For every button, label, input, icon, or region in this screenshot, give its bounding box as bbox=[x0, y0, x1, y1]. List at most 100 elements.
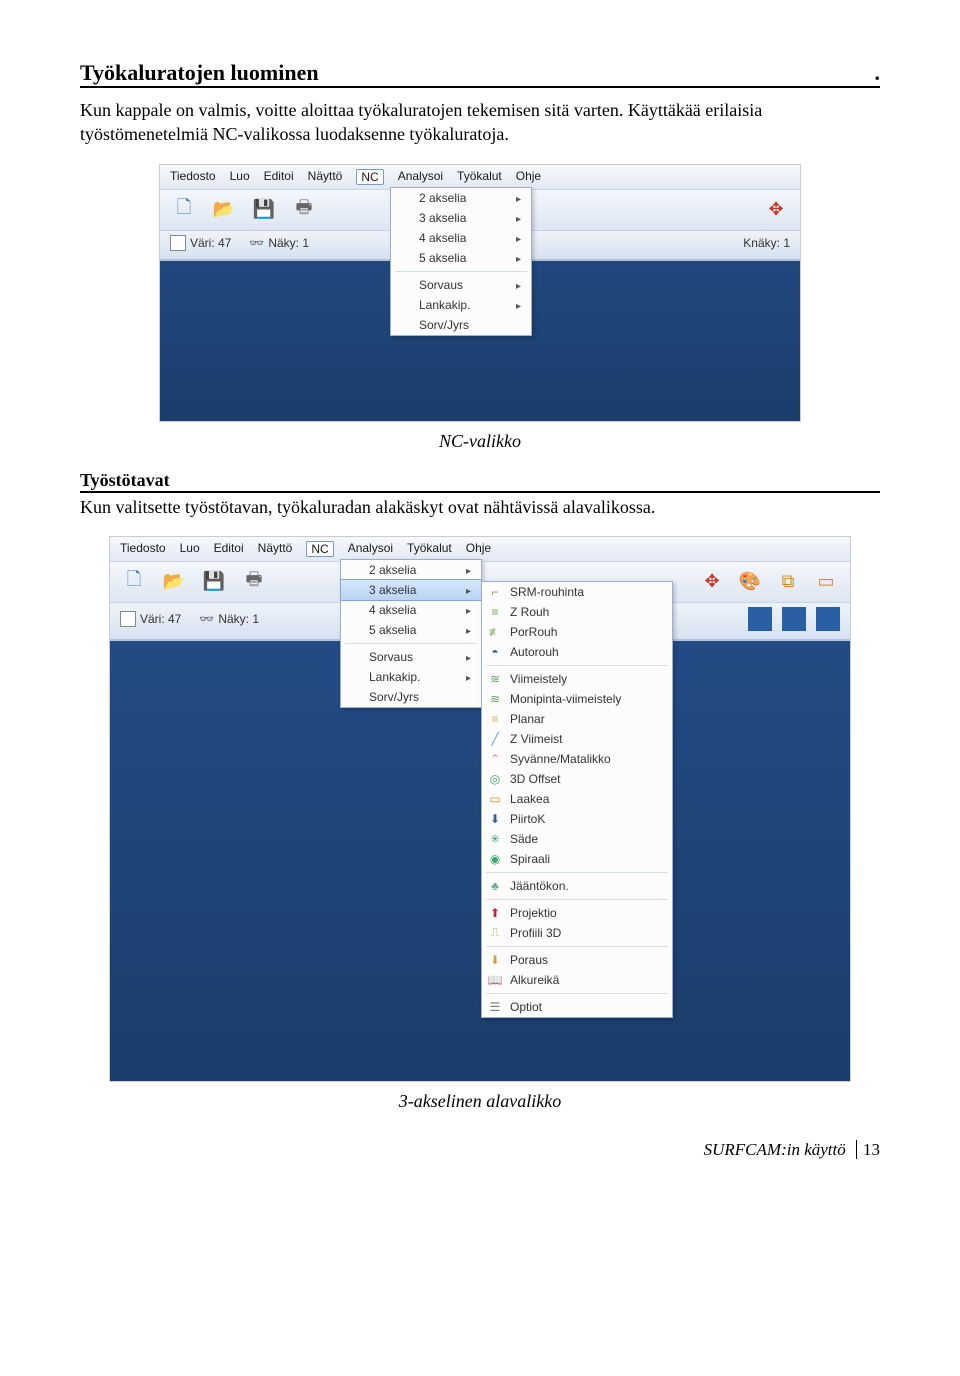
visibility-chip[interactable]: 👓 Näky: 1 bbox=[199, 612, 259, 626]
knaky-chip[interactable]: Knäky: 1 bbox=[743, 236, 790, 250]
submenu-z-rouh[interactable]: ≡Z Rouh bbox=[482, 602, 672, 622]
menu-separator bbox=[345, 643, 477, 644]
submenu-optiot[interactable]: ☰ Optiot bbox=[482, 997, 672, 1017]
nc-menu-sorvjyrs[interactable]: Sorv/Jyrs bbox=[341, 687, 481, 707]
toolpath-icon: ⎍ bbox=[487, 925, 503, 941]
eye-icon: 👓 bbox=[199, 612, 214, 626]
submenu-arrow-icon bbox=[466, 650, 471, 664]
menu-editoi[interactable]: Editoi bbox=[264, 169, 294, 185]
toolpath-icon: ◓ bbox=[487, 644, 503, 660]
caption-nc-valikko: NC-valikko bbox=[80, 431, 880, 452]
menu-editoi[interactable]: Editoi bbox=[214, 541, 244, 557]
menu-luo[interactable]: Luo bbox=[180, 541, 200, 557]
copy-icon[interactable]: ⧉ bbox=[774, 568, 802, 596]
menu-naytto[interactable]: Näyttö bbox=[308, 169, 343, 185]
nc-menu-5akselia[interactable]: 5 akselia bbox=[341, 620, 481, 640]
submenu-item-label: Jääntökon. bbox=[510, 879, 569, 893]
menu-nc[interactable]: NC bbox=[356, 169, 383, 185]
submenu-spiraali[interactable]: ◉Spiraali bbox=[482, 849, 672, 869]
submenu-profiili-3d[interactable]: ⎍Profiili 3D bbox=[482, 923, 672, 943]
visibility-chip[interactable]: 👓 Näky: 1 bbox=[249, 236, 309, 250]
submenu-laakea[interactable]: ▭Laakea bbox=[482, 789, 672, 809]
menu-tiedosto[interactable]: Tiedosto bbox=[120, 541, 166, 557]
nc-menu-3akselia[interactable]: 3 akselia bbox=[340, 579, 482, 601]
nc-menu-2akselia[interactable]: 2 akselia bbox=[391, 188, 531, 208]
menu-analysoi[interactable]: Analysoi bbox=[348, 541, 393, 557]
nc-menu-4akselia[interactable]: 4 akselia bbox=[391, 228, 531, 248]
submenu-piirtok[interactable]: ⬇PiirtoK bbox=[482, 809, 672, 829]
submenu-sade[interactable]: ✳Säde bbox=[482, 829, 672, 849]
save-icon[interactable]: 💾 bbox=[250, 196, 278, 224]
caption-3akselia: 3-akselinen alavalikko bbox=[80, 1091, 880, 1112]
submenu-poraus[interactable]: ⬇Poraus bbox=[482, 950, 672, 970]
toolpath-icon: ⬇ bbox=[487, 952, 503, 968]
menu-tyokalut[interactable]: Työkalut bbox=[407, 541, 452, 557]
submenu-porrouh[interactable]: ≢PorRouh bbox=[482, 622, 672, 642]
new-file-icon[interactable]: 🗋 bbox=[170, 196, 198, 224]
nc-menu-2akselia[interactable]: 2 akselia bbox=[341, 560, 481, 580]
submenu-3d-offset[interactable]: ◎3D Offset bbox=[482, 769, 672, 789]
view-cubes bbox=[748, 607, 840, 631]
toolpath-icon: ⌐ bbox=[487, 584, 503, 600]
submenu-planar[interactable]: ≡Planar bbox=[482, 709, 672, 729]
menu-separator bbox=[395, 271, 527, 272]
toolpath-icon: ⬆ bbox=[487, 905, 503, 921]
nc-menu-sorvaus[interactable]: Sorvaus bbox=[341, 647, 481, 667]
palette-icon[interactable]: 🎨 bbox=[736, 568, 764, 596]
color-swatch-icon bbox=[120, 611, 136, 627]
menu-nc[interactable]: NC bbox=[306, 541, 333, 557]
view-cube-icon[interactable] bbox=[816, 607, 840, 631]
menu-analysoi[interactable]: Analysoi bbox=[398, 169, 443, 185]
submenu-item-label: Monipinta-viimeistely bbox=[510, 692, 621, 706]
submenu-item-label: Syvänne/Matalikko bbox=[510, 752, 611, 766]
menu-tyokalut[interactable]: Työkalut bbox=[457, 169, 502, 185]
nc-menu-3akselia[interactable]: 3 akselia bbox=[391, 208, 531, 228]
open-file-icon[interactable]: 📂 bbox=[210, 196, 238, 224]
nc-menu-5akselia[interactable]: 5 akselia bbox=[391, 248, 531, 268]
color-chip[interactable]: Väri: 47 bbox=[120, 611, 181, 627]
nc-menu-item-label: 3 akselia bbox=[369, 583, 416, 597]
print-icon[interactable]: 🖶 bbox=[290, 196, 318, 224]
view-cube-icon[interactable] bbox=[782, 607, 806, 631]
submenu-alkureika[interactable]: 📖Alkureikä bbox=[482, 970, 672, 990]
menu-tiedosto[interactable]: Tiedosto bbox=[170, 169, 216, 185]
move-icon[interactable]: ✥ bbox=[762, 196, 790, 224]
menu-ohje[interactable]: Ohje bbox=[516, 169, 541, 185]
nc-menu-lankakip[interactable]: Lankakip. bbox=[341, 667, 481, 687]
submenu-arrow-icon bbox=[516, 191, 521, 205]
submenu-syvanne-matalikko[interactable]: ⌃Syvänne/Matalikko bbox=[482, 749, 672, 769]
menu-luo[interactable]: Luo bbox=[230, 169, 250, 185]
submenu-autorouh[interactable]: ◓Autorouh bbox=[482, 642, 672, 662]
submenu-viimeistely[interactable]: ≋Viimeistely bbox=[482, 669, 672, 689]
submenu-item-label: Optiot bbox=[510, 1000, 542, 1014]
nc-menu-sorvaus[interactable]: Sorvaus bbox=[391, 275, 531, 295]
submenu-projektio[interactable]: ⬆Projektio bbox=[482, 903, 672, 923]
submenu-item-label: Z Viimeist bbox=[510, 732, 562, 746]
submenu-monipinta-viimeistely[interactable]: ≋Monipinta-viimeistely bbox=[482, 689, 672, 709]
view-cube-icon[interactable] bbox=[748, 607, 772, 631]
menu-ohje[interactable]: Ohje bbox=[466, 541, 491, 557]
save-icon[interactable]: 💾 bbox=[200, 568, 228, 596]
submenu-z-viimeist[interactable]: ╱Z Viimeist bbox=[482, 729, 672, 749]
color-label: Väri: 47 bbox=[190, 236, 231, 250]
nc-menu-4akselia[interactable]: 4 akselia bbox=[341, 600, 481, 620]
submenu-srm-rouhinta[interactable]: ⌐SRM-rouhinta bbox=[482, 582, 672, 602]
open-file-icon[interactable]: 📂 bbox=[160, 568, 188, 596]
print-icon[interactable]: 🖶 bbox=[240, 568, 268, 596]
options-icon: ☰ bbox=[487, 999, 503, 1015]
nc-menu-item-label: 5 akselia bbox=[419, 251, 466, 265]
eye-icon: 👓 bbox=[249, 236, 264, 250]
new-file-icon[interactable]: 🗋 bbox=[120, 568, 148, 596]
toolpath-icon: ≡ bbox=[487, 711, 503, 727]
nc-menu-item-label: Sorv/Jyrs bbox=[369, 690, 419, 704]
submenu-item-label: Laakea bbox=[510, 792, 549, 806]
menu-naytto[interactable]: Näyttö bbox=[258, 541, 293, 557]
nc-menu-lankakip[interactable]: Lankakip. bbox=[391, 295, 531, 315]
nc-menu-sorvjyrs[interactable]: Sorv/Jyrs bbox=[391, 315, 531, 335]
move-icon[interactable]: ✥ bbox=[698, 568, 726, 596]
submenu-arrow-icon bbox=[466, 583, 471, 597]
submenu-jaantokon[interactable]: ♣Jääntökon. bbox=[482, 876, 672, 896]
square-icon[interactable]: ▭ bbox=[812, 568, 840, 596]
menu-separator bbox=[486, 993, 668, 994]
color-chip[interactable]: Väri: 47 bbox=[170, 235, 231, 251]
